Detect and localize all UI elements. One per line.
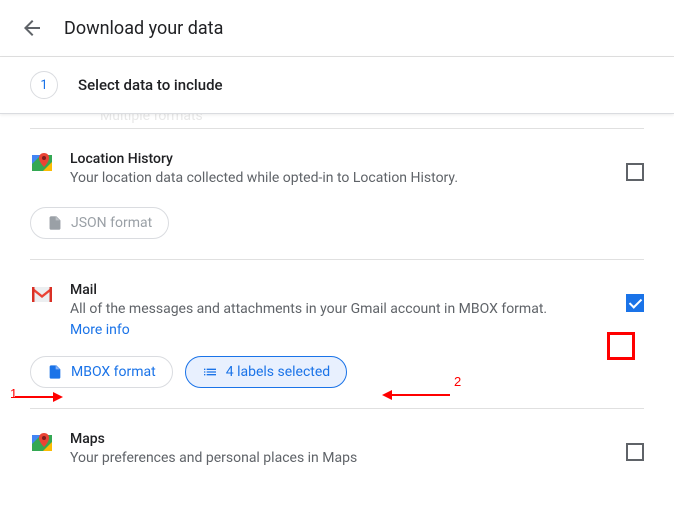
maps-checkbox[interactable]	[626, 443, 644, 461]
gmail-icon	[30, 282, 54, 306]
service-mail: Mail All of the messages and attachments…	[30, 259, 644, 409]
page-header: Download your data	[0, 0, 674, 57]
service-description: Your location data collected while opted…	[70, 169, 614, 189]
service-description: All of the messages and attachments in y…	[70, 300, 614, 320]
service-description: Your preferences and personal places in …	[70, 449, 614, 469]
content-area: Location History Your location data coll…	[0, 128, 674, 489]
mail-format-chip[interactable]: MBOX format	[30, 356, 173, 388]
service-maps: Maps Your preferences and personal place…	[30, 408, 644, 489]
chip-label: JSON format	[71, 215, 152, 231]
maps-icon	[30, 431, 54, 455]
step-bar: 1 Select data to include	[0, 57, 674, 114]
page-title: Download your data	[64, 18, 223, 39]
location-history-icon	[30, 151, 54, 175]
service-title: Mail	[70, 282, 614, 298]
annotation-label-2: 2	[454, 374, 461, 389]
service-title: Maps	[70, 431, 614, 447]
list-icon	[202, 364, 218, 380]
step-number: 1	[30, 71, 58, 99]
more-info-link[interactable]: More info	[70, 322, 130, 338]
mail-checkbox[interactable]	[626, 294, 644, 312]
chip-label: MBOX format	[71, 364, 156, 380]
location-format-chip[interactable]: JSON format	[30, 207, 169, 239]
annotation-label-1: 1	[10, 386, 17, 401]
file-icon	[47, 364, 63, 380]
location-checkbox[interactable]	[626, 163, 644, 181]
back-arrow-icon[interactable]	[20, 16, 44, 40]
chip-label: 4 labels selected	[226, 364, 330, 380]
file-icon	[47, 215, 63, 231]
mail-labels-chip[interactable]: 4 labels selected	[185, 356, 347, 388]
service-title: Location History	[70, 151, 614, 167]
service-location-history: Location History Your location data coll…	[30, 128, 644, 259]
step-title: Select data to include	[78, 76, 223, 94]
